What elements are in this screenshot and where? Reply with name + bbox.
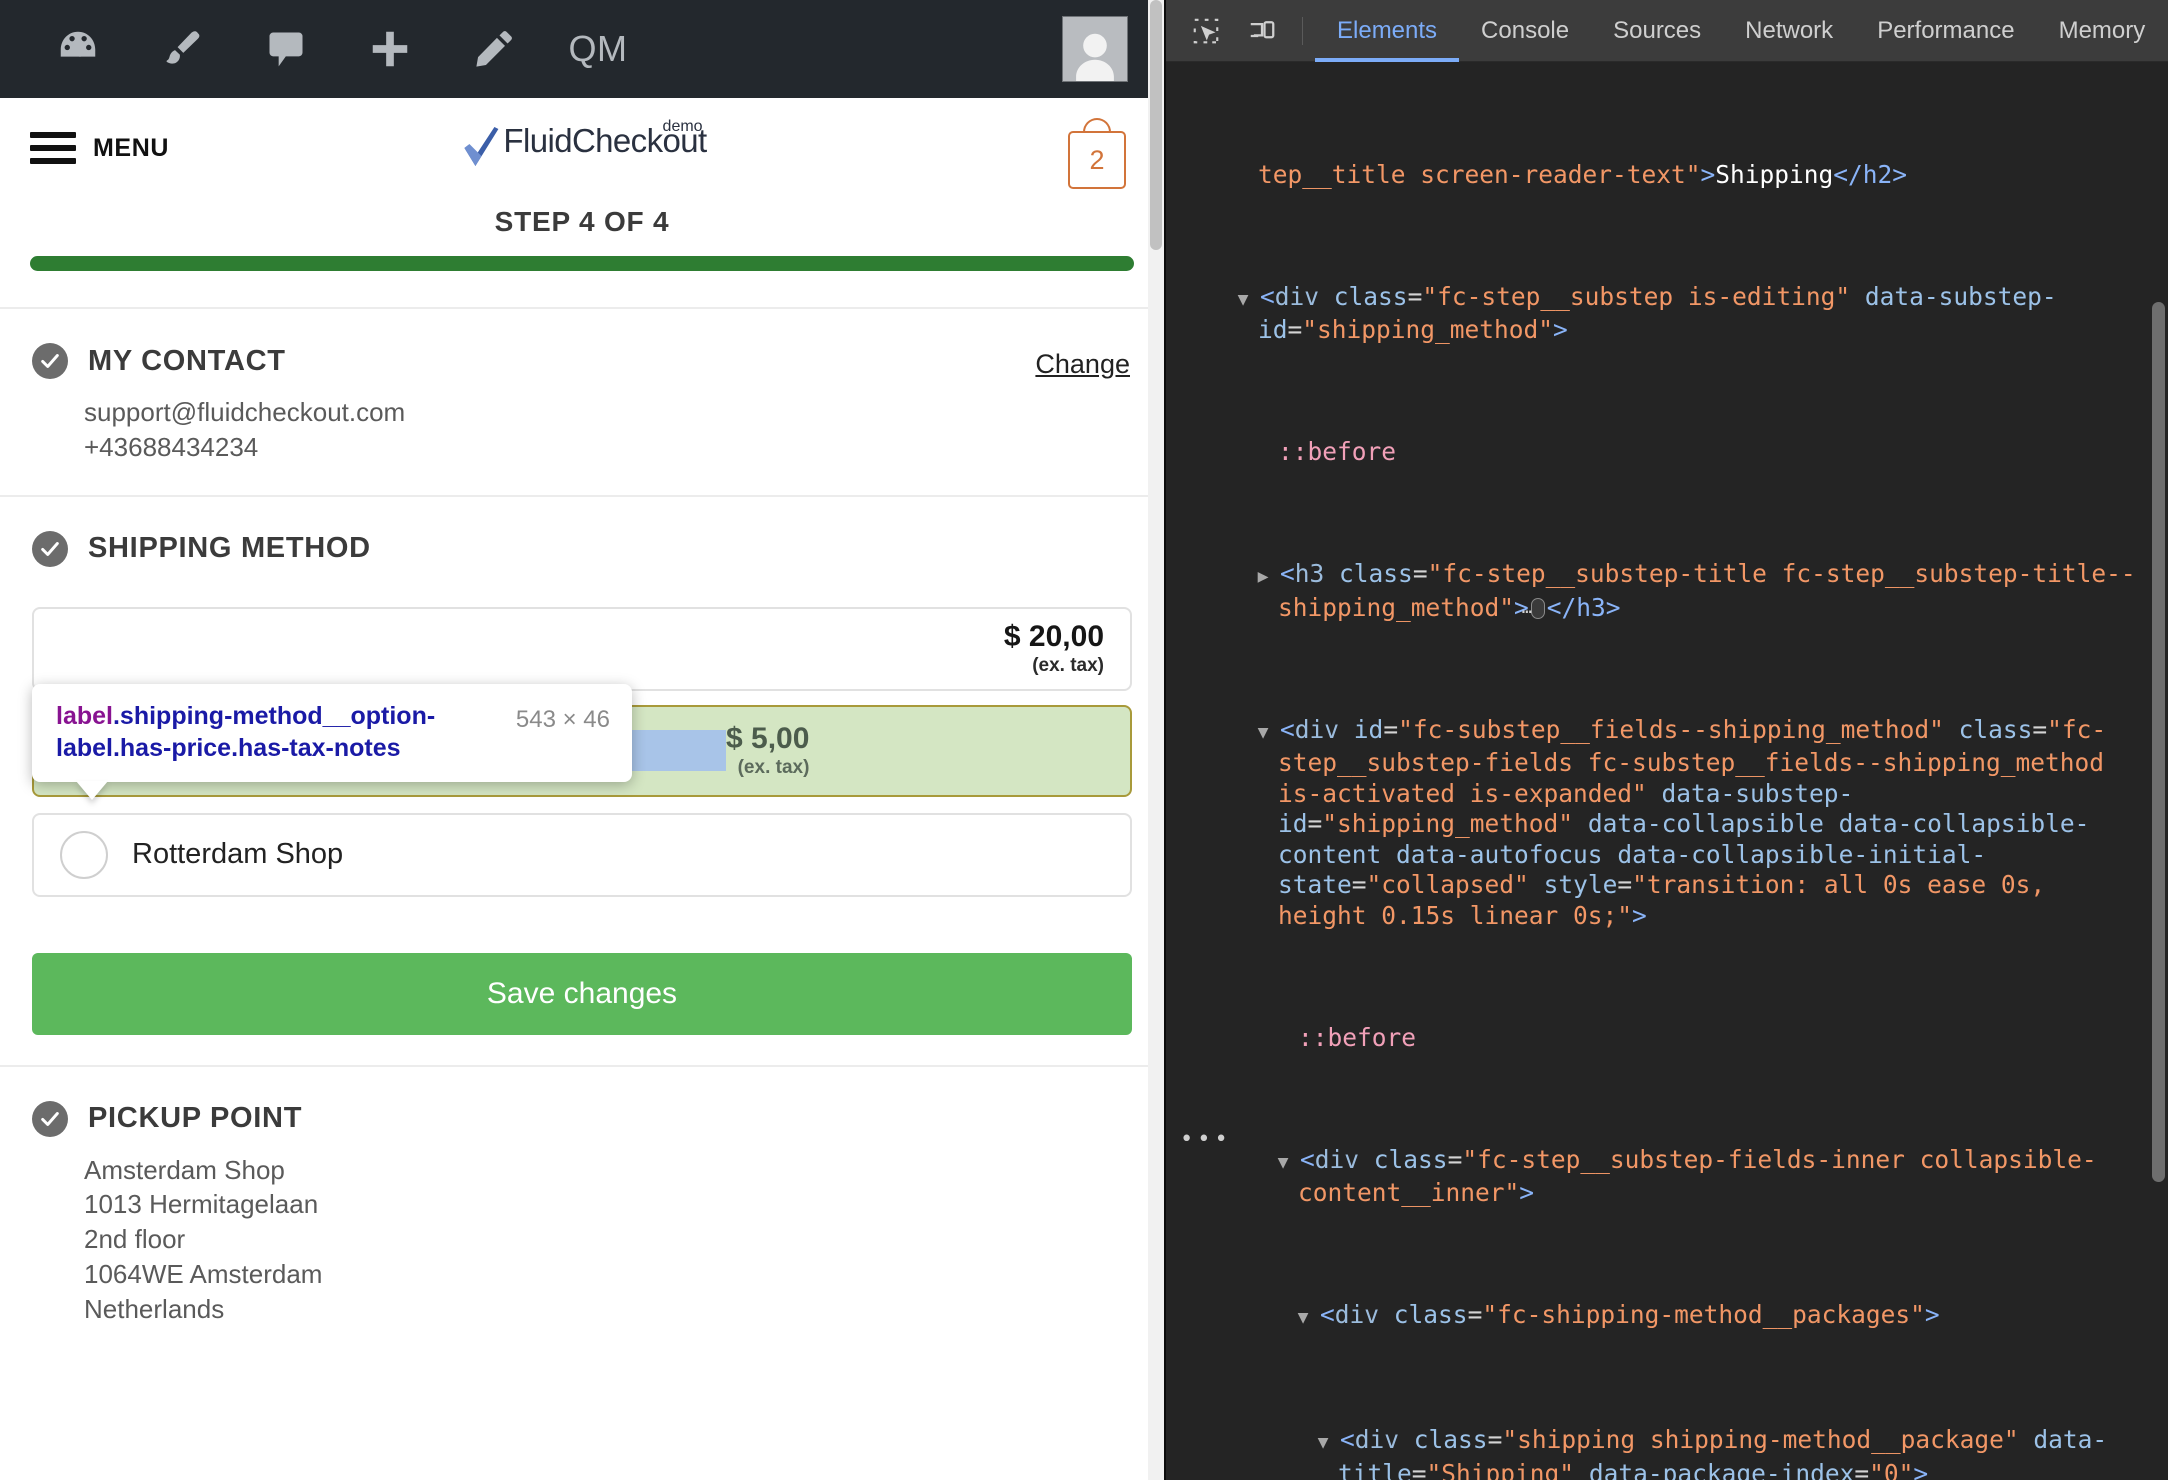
pickup-title: PICKUP POINT [88,1102,303,1135]
cart-button[interactable]: 2 [1068,118,1126,190]
tab-console[interactable]: Console [1459,0,1591,62]
dom-line[interactable]: tep__title screen-reader-text">Shipping<… [1166,160,2168,191]
user-avatar[interactable] [1062,16,1128,82]
pickup-address-line: Amsterdam Shop [84,1154,285,1185]
dom-tree[interactable]: tep__title screen-reader-text">Shipping<… [1166,62,2168,1480]
shipping-option-price: $ 20,00 [1003,619,1104,653]
contact-email: support@fluidcheckout.com [84,397,406,427]
inspector-tooltip-tagname: label [56,702,113,730]
tab-elements[interactable]: Elements [1315,0,1459,62]
check-circle-icon [32,1100,68,1137]
cart-count: 2 [1068,131,1126,189]
shipping-option-price-block: $ 5,00 (ex. tax) [726,723,809,778]
devtools-panel: Elements Console Sources Network Perform… [1164,0,2168,1480]
devtools-tab-bar: Elements Console Sources Network Perform… [1315,0,2167,62]
site-logo[interactable]: FluidCheckout demo [461,118,707,175]
page-scrollbar-thumb[interactable] [1150,0,1162,250]
step-progress-bar [30,256,1134,271]
check-circle-icon [32,530,68,567]
checkout-progress: STEP 4 OF 4 [0,198,1164,307]
collapsed-children-ellipsis[interactable]: … [1522,597,1545,619]
brand-demo-badge: demo [662,117,703,135]
shipping-option-row[interactable]: $ 20,00 (ex. tax) [32,606,1132,691]
pickup-address: Amsterdam Shop 1013 Hermitagelaan 2nd fl… [84,1153,1132,1327]
step-title: STEP 4 OF 4 [494,206,670,237]
dashboard-gauge-icon[interactable] [26,0,130,98]
comment-bubble-icon[interactable] [234,0,338,98]
dom-line[interactable]: ::before [1166,437,2168,468]
element-inspector-tooltip: label.shipping-method__option-label.has-… [32,684,632,800]
tab-network[interactable]: Network [1723,0,1855,62]
toolbar-divider [1302,16,1303,45]
contact-change-link[interactable]: Change [1035,349,1130,380]
devtools-scrollbar-thumb[interactable] [2152,302,2165,1182]
contact-details: support@fluidcheckout.com +43688434234 [84,395,1132,465]
inspector-tooltip-selector: label.shipping-method__option-label.has-… [56,700,492,764]
section-my-contact: MY CONTACT Change support@fluidcheckout.… [0,309,1164,497]
browser-page-pane: QM MENU FluidCheckout demo 2 STEP 4 OF 4… [0,0,1164,1480]
pickup-header: PICKUP POINT [32,1100,1132,1137]
dom-line[interactable]: ▼ <div class="fc-shipping-method__package… [1166,1300,2168,1334]
inspector-tooltip-arrow [76,781,108,800]
pencil-icon[interactable] [442,0,546,98]
selected-row-gutter-dots: ••• [1180,1127,1232,1152]
shipping-option-label[interactable]: Rotterdam Shop [132,838,1104,871]
contact-title: MY CONTACT [88,344,286,377]
shipping-option-tax-note: (ex. tax) [1032,655,1104,677]
save-changes-button[interactable]: Save changes [32,952,1132,1035]
inspector-tooltip-dimensions: 543 × 46 [515,706,610,733]
radio-unchecked-icon[interactable] [60,830,108,879]
shipping-option-price-block: $ 20,00 (ex. tax) [1004,621,1104,676]
query-monitor-label[interactable]: QM [546,0,650,98]
site-header: MENU FluidCheckout demo 2 [0,98,1164,198]
inspect-element-picker-icon[interactable] [1178,5,1234,57]
shipping-header: SHIPPING METHOD [32,530,1132,567]
shipping-option-tax-note: (ex. tax) [737,757,810,779]
pickup-address-line: Netherlands [84,1293,225,1324]
pickup-address-line: 1013 Hermitagelaan [84,1189,319,1220]
device-toolbar-toggle-icon[interactable] [1234,5,1290,57]
tab-performance[interactable]: Performance [1855,0,2036,62]
pickup-address-line: 1064WE Amsterdam [84,1259,323,1290]
admin-bar-icon-group: QM [26,0,650,98]
paintbrush-icon[interactable] [130,0,234,98]
contact-phone: +43688434234 [84,431,259,462]
wp-admin-bar: QM [0,0,1164,98]
dom-line[interactable]: ▼ <div class="fc-step__substep-fields-inn… [1166,1145,2168,1209]
dom-line[interactable]: ▶ <h3 class="fc-step__substep-title fc-st… [1166,559,2168,623]
menu-label: MENU [93,133,170,162]
shipping-option-row[interactable]: Rotterdam Shop [32,812,1132,897]
dom-line[interactable]: ▼ <div class="shipping shipping-method__p… [1166,1425,2168,1480]
inspector-tooltip-classes: .shipping-method__option-label.has-price… [56,702,436,762]
contact-header: MY CONTACT [32,343,1132,379]
dom-line[interactable]: ▼ <div class="fc-step__substep is-editing… [1166,282,2168,346]
shipping-title: SHIPPING METHOD [88,532,371,565]
tab-memory[interactable]: Memory [2037,0,2168,62]
shipping-option-price: $ 5,00 [726,721,810,755]
section-pickup-point: PICKUP POINT Amsterdam Shop 1013 Hermita… [0,1067,1164,1357]
dom-line[interactable]: ▼ <div id="fc-substep__fields--shipping_m… [1166,715,2168,932]
screen: QM MENU FluidCheckout demo 2 STEP 4 OF 4… [0,0,2168,1480]
hamburger-icon [30,132,76,164]
dom-line[interactable]: ::before [1166,1023,2168,1054]
check-circle-icon [32,343,68,379]
pickup-address-line: 2nd floor [84,1224,186,1255]
menu-toggle-button[interactable]: MENU [30,132,169,164]
plus-icon[interactable] [338,0,442,98]
checkmark-logo-icon [461,126,501,175]
page-scrollbar[interactable] [1148,0,1164,1480]
tab-sources[interactable]: Sources [1591,0,1723,62]
devtools-toolbar: Elements Console Sources Network Perform… [1166,0,2168,62]
